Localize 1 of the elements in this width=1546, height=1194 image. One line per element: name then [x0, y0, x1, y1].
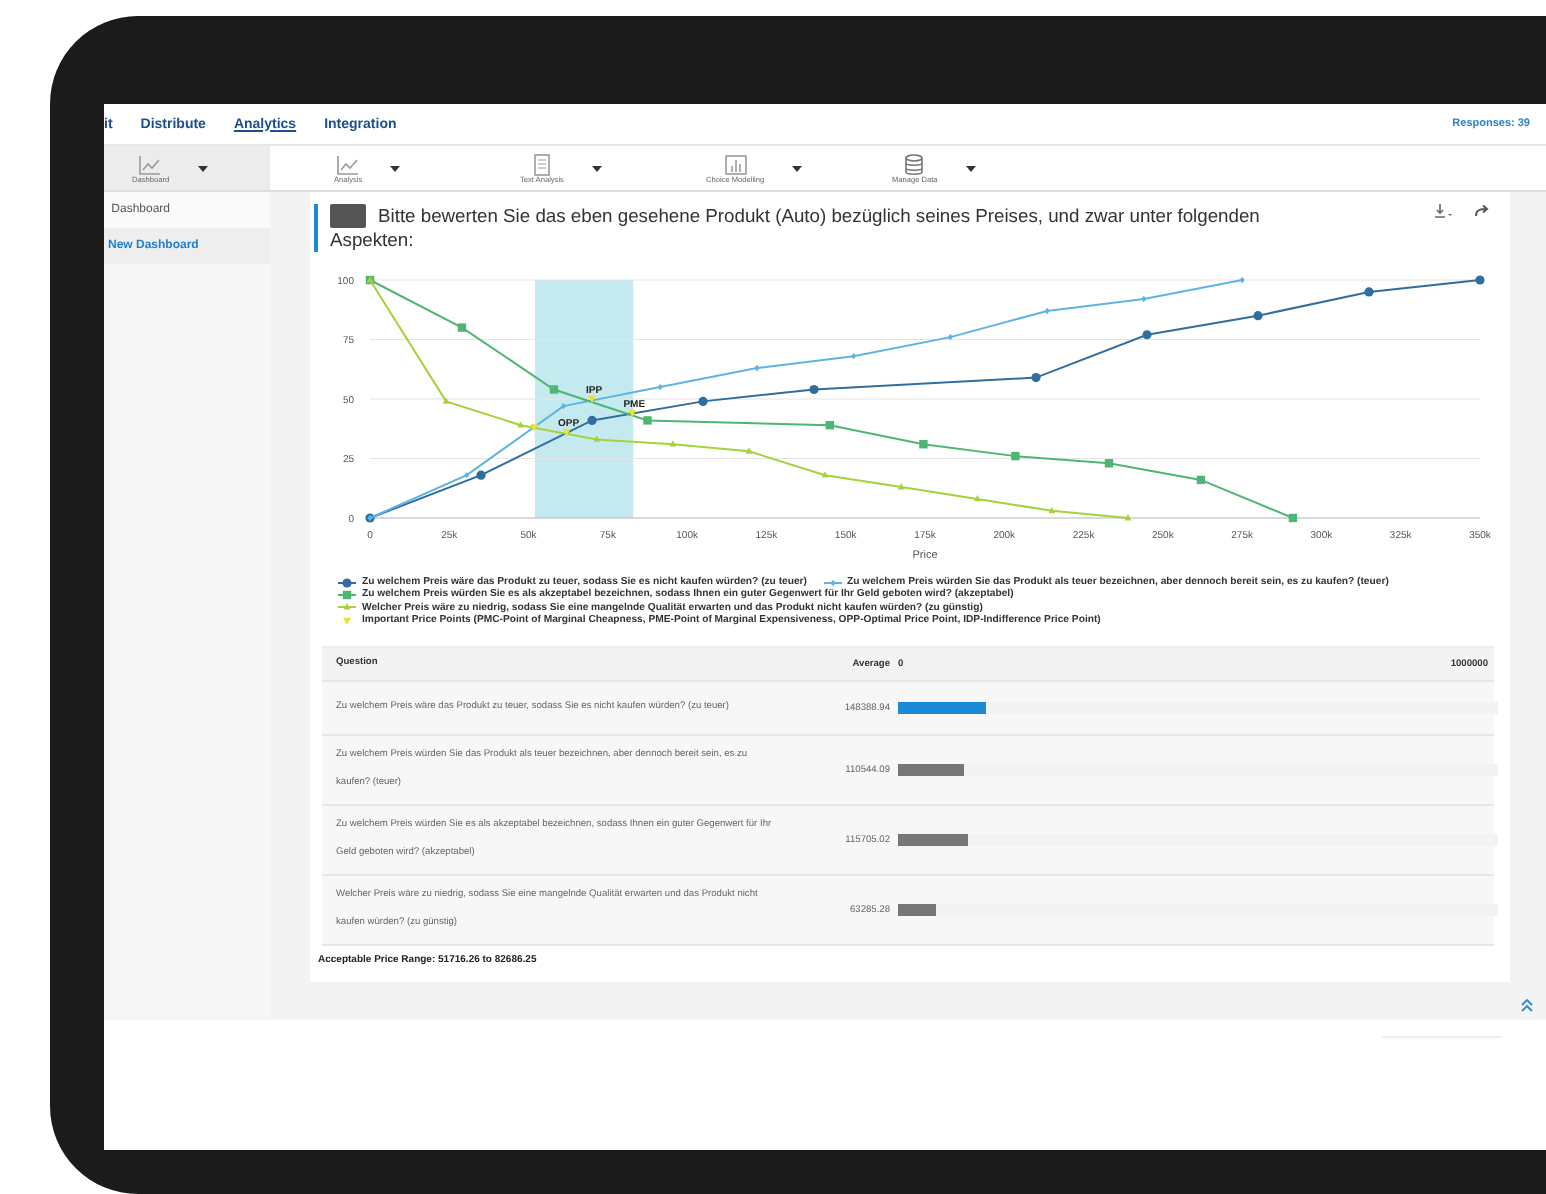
question-title: Bitte bewerten Sie das eben gesehene Produkt (Auto) bezüglich seines Preises, und zwar unter folgenden Aspekten: — [314, 204, 1280, 252]
